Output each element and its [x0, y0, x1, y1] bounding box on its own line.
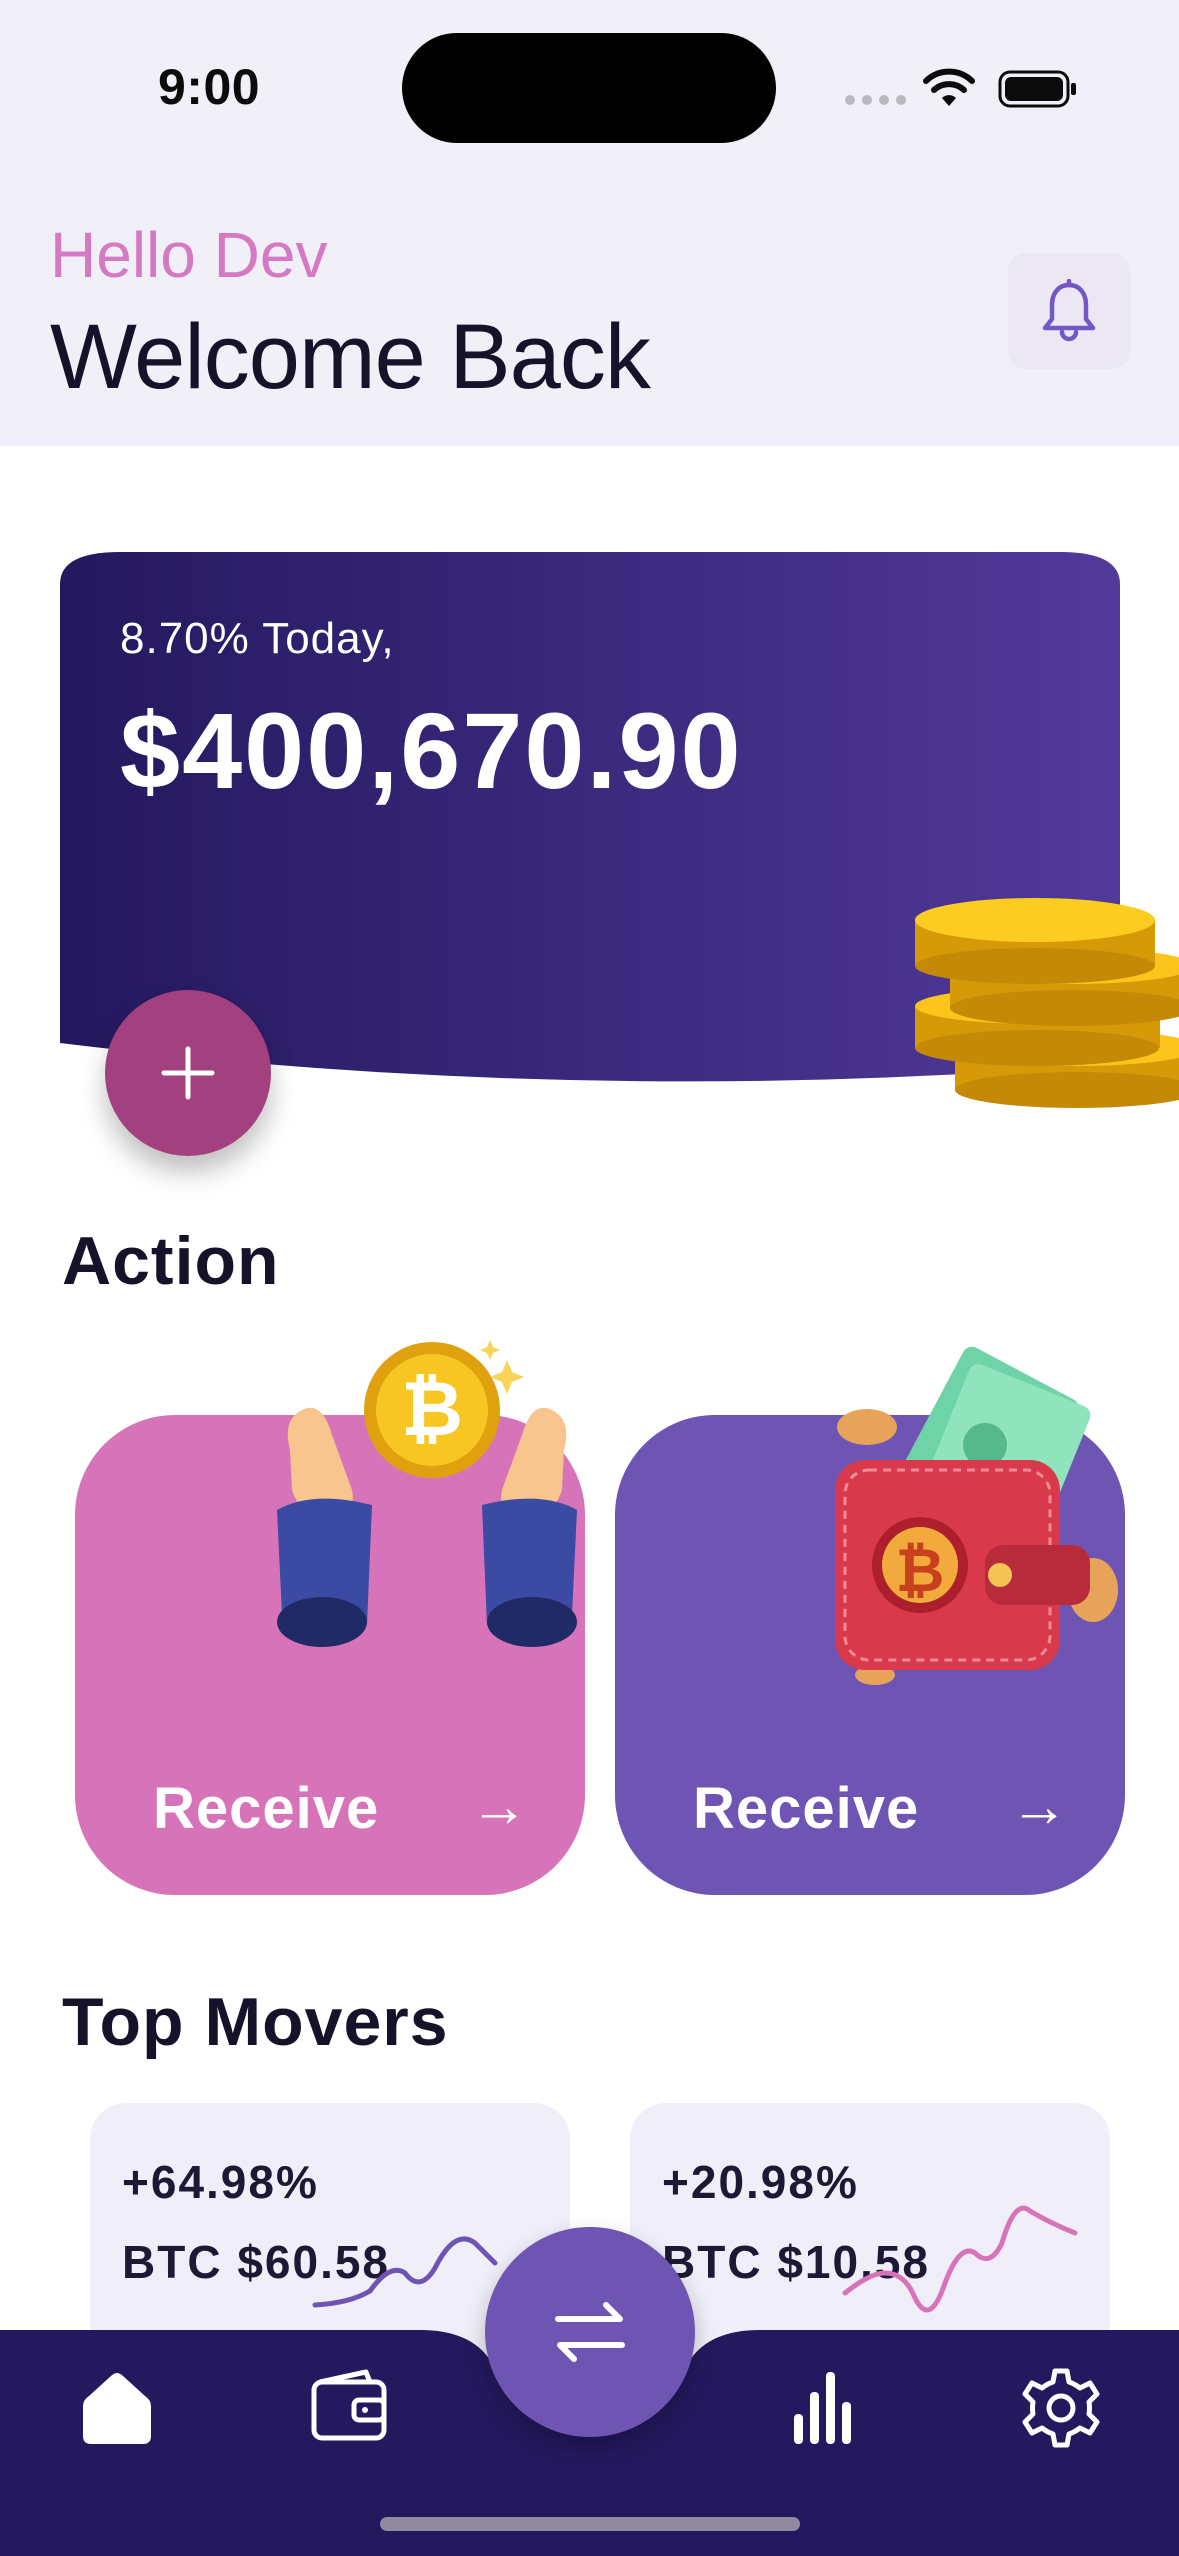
header-area: 9:00 Hello Dev Welcome Back — [0, 0, 1179, 446]
battery-icon — [998, 70, 1076, 108]
status-time: 9:00 — [158, 59, 261, 115]
top-movers-title: Top Movers — [62, 1984, 449, 2060]
arrow-right-icon: → — [1010, 1774, 1068, 1839]
settings-icon — [1022, 2368, 1100, 2448]
home-indicator — [380, 2517, 800, 2531]
wallet-icon — [311, 2369, 387, 2441]
wifi-icon — [923, 68, 975, 106]
chart-icon — [794, 2372, 851, 2444]
arrow-right-icon: → — [470, 1774, 528, 1839]
greeting: Hello Dev — [50, 219, 328, 291]
tab-wallet[interactable] — [305, 2363, 395, 2453]
receive-card-label: Receive — [153, 1776, 380, 1841]
wallet-bitcoin-icon: ₿ — [835, 1346, 1118, 1685]
signal-icon — [845, 95, 906, 105]
tab-charts[interactable] — [780, 2363, 870, 2453]
swap-button[interactable] — [485, 2227, 695, 2437]
home-icon — [83, 2373, 151, 2444]
bell-icon — [1042, 279, 1096, 342]
notification-button[interactable] — [1008, 253, 1130, 369]
coins-icon — [915, 898, 1179, 1108]
page-title: Welcome Back — [50, 306, 651, 408]
add-funds-button[interactable] — [105, 990, 271, 1156]
svg-text:₿: ₿ — [896, 1536, 945, 1606]
action-section-title: Action — [62, 1223, 280, 1299]
balance-amount: $400,670.90 — [120, 690, 743, 811]
dynamic-island — [402, 33, 776, 143]
hands-bitcoin-icon: ₿ — [277, 1340, 577, 1647]
receive-card-label: Receive — [693, 1776, 920, 1841]
svg-text:₿: ₿ — [401, 1364, 463, 1453]
swap-icon — [555, 2302, 625, 2362]
tab-home[interactable] — [72, 2363, 162, 2453]
balance-change: 8.70% Today, — [120, 614, 395, 663]
plus-icon — [161, 1046, 215, 1100]
tab-settings[interactable] — [1016, 2363, 1106, 2453]
